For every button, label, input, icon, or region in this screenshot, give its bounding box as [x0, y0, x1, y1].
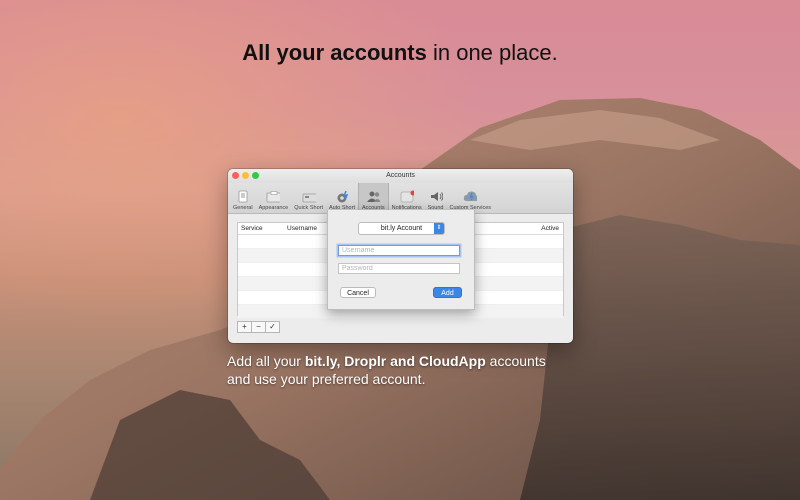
- zoom-window-button[interactable]: [252, 172, 259, 179]
- service-select-value: bit.ly Account: [380, 225, 423, 232]
- password-field[interactable]: [338, 263, 460, 274]
- caption-line1-pre: Add all your: [227, 353, 305, 369]
- remove-account-button[interactable]: −: [251, 321, 266, 333]
- tab-appearance[interactable]: Appearance: [256, 183, 292, 213]
- custom-services-icon: [463, 190, 478, 203]
- tab-general-label: General: [233, 205, 253, 211]
- headline-bold: All your accounts: [242, 40, 427, 65]
- tab-quick-short[interactable]: Quick Short: [291, 183, 326, 213]
- accounts-icon: [366, 190, 381, 203]
- service-select[interactable]: bit.ly Account ⇕: [358, 222, 445, 235]
- add-account-sheet: bit.ly Account ⇕ Cancel Add: [327, 210, 475, 310]
- tab-sound[interactable]: Sound: [425, 183, 447, 213]
- auto-short-icon: [335, 190, 349, 203]
- add-account-button[interactable]: +: [237, 321, 252, 333]
- general-icon: [236, 190, 250, 203]
- tab-general[interactable]: General: [230, 183, 256, 213]
- column-active[interactable]: Active: [541, 225, 559, 232]
- table-controls: + − ✓: [237, 321, 280, 333]
- tab-quick-short-label: Quick Short: [294, 205, 323, 211]
- tab-auto-short[interactable]: Auto Short: [326, 183, 358, 213]
- headline: All your accounts in one place.: [0, 40, 800, 66]
- caption-services: bit.ly, Droplr and CloudApp: [304, 353, 486, 369]
- add-button[interactable]: Add: [433, 287, 462, 298]
- close-window-button[interactable]: [232, 172, 239, 179]
- column-service[interactable]: Service: [241, 225, 263, 232]
- caption: Add all your bit.ly, Droplr and CloudApp…: [227, 352, 607, 388]
- tab-notifications[interactable]: Notifications: [389, 183, 425, 213]
- quick-short-icon: [302, 190, 316, 203]
- minimize-window-button[interactable]: [242, 172, 249, 179]
- select-arrows-icon: ⇕: [434, 223, 444, 234]
- tab-accounts[interactable]: Accounts: [357, 183, 389, 213]
- sound-icon: [429, 190, 443, 203]
- tab-custom-services[interactable]: Custom Services: [446, 183, 494, 213]
- headline-rest: in one place.: [426, 40, 558, 65]
- cancel-button[interactable]: Cancel: [340, 287, 376, 298]
- window-titlebar: Accounts: [228, 169, 573, 183]
- username-field[interactable]: [338, 245, 460, 256]
- caption-line1-post: accounts: [485, 353, 546, 369]
- notifications-icon: [400, 190, 414, 203]
- set-active-button[interactable]: ✓: [265, 321, 280, 333]
- column-username[interactable]: Username: [287, 225, 317, 232]
- appearance-icon: [266, 190, 281, 203]
- caption-line2: and use your preferred account.: [227, 371, 426, 387]
- window-title: Accounts: [386, 172, 415, 179]
- tab-appearance-label: Appearance: [258, 205, 289, 211]
